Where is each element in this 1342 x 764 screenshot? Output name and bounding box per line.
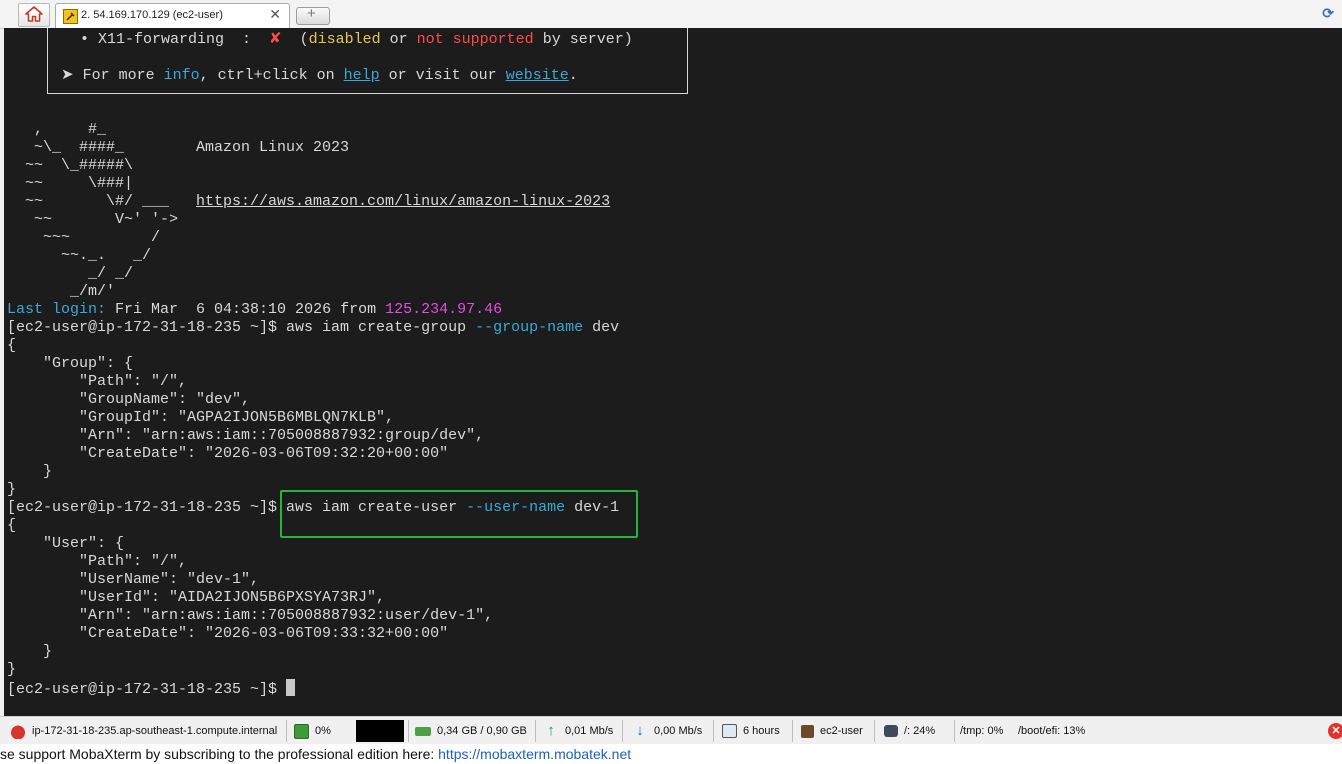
cpu-icon: [294, 723, 309, 739]
output-line: "CreateDate": "2026-03-06T09:33:32+00:00…: [7, 625, 449, 642]
tab-bar: 2. 54.169.170.129 (ec2-user) ✕ + ⟳: [0, 0, 1342, 29]
cross-icon: ✘: [269, 31, 282, 48]
output-line: "Arn": "arn:aws:iam::705008887932:user/d…: [7, 607, 494, 624]
logo-line: ~~ \_#####\: [7, 157, 134, 174]
upload-arrow-icon: ↑: [547, 722, 555, 740]
command-highlight-box: [280, 490, 638, 538]
terminal-cursor: [286, 679, 296, 696]
mobaxterm-link[interactable]: https://mobaxterm.mobatek.net: [438, 746, 631, 762]
output-line: "GroupName": "dev",: [7, 391, 251, 408]
error-close-icon[interactable]: ✕: [1328, 723, 1342, 739]
more-info-line: ➤ For more info, ctrl+click on help or v…: [61, 67, 578, 84]
cpu-graph: [356, 720, 404, 742]
logo-line: _/m/': [7, 283, 116, 300]
x11-forwarding-line: • X11-forwarding : ✘ (disabled or not su…: [80, 31, 633, 48]
current-prompt-line[interactable]: [ec2-user@ip-172-31-18-235 ~]$: [7, 679, 296, 698]
status-disk-tmp[interactable]: /tmp: 0%: [960, 717, 1003, 745]
support-text: se support MobaXterm by subscribing to t…: [0, 746, 439, 762]
ssh-session-icon: [63, 9, 78, 24]
shell-prompt: [ec2-user@ip-172-31-18-235 ~]$: [7, 681, 287, 698]
status-host[interactable]: ip-172-31-18-235.ap-southeast-1.compute.…: [10, 717, 277, 745]
terminal-window[interactable]: • X11-forwarding : ✘ (disabled or not su…: [4, 28, 1342, 716]
clock-monitor-icon: [722, 724, 737, 739]
last-login-line: Last login: Fri Mar 6 04:38:10 2026 from…: [7, 301, 503, 318]
logo-line: ~~ \###|: [7, 175, 134, 192]
output-line: }: [7, 643, 53, 660]
status-disk-root[interactable]: /: 24%: [884, 717, 935, 745]
output-line: }: [7, 463, 53, 480]
memory-icon: [415, 726, 431, 736]
logo-line: , #_: [7, 121, 107, 138]
output-line: "UserName": "dev-1",: [7, 571, 260, 588]
status-cpu[interactable]: 0%: [294, 717, 331, 745]
session-tab-title: 2. 54.169.170.129 (ec2-user): [81, 9, 223, 21]
logo-line: ~\_ ####_ Amazon Linux 2023: [7, 139, 350, 156]
output-line: {: [7, 517, 17, 534]
logo-line: _/ _/: [7, 265, 134, 282]
disk-icon: [884, 725, 898, 738]
status-download[interactable]: ↓ 0,00 Mb/s: [632, 717, 702, 745]
output-line: }: [7, 481, 17, 498]
logo-line: ~~~ /: [7, 229, 161, 246]
logo-line: ~~ \#/ ___ https://aws.amazon.com/linux/…: [7, 193, 611, 210]
download-arrow-icon: ↓: [636, 722, 644, 740]
mobaxterm-logo-icon: ⟳: [1322, 5, 1334, 21]
help-link[interactable]: help: [344, 67, 380, 84]
home-button[interactable]: [18, 3, 50, 27]
status-uptime[interactable]: 6 hours: [722, 717, 780, 745]
shell-prompt: [ec2-user@ip-172-31-18-235 ~]$: [7, 499, 287, 516]
close-tab-icon[interactable]: ✕: [269, 6, 281, 23]
redhat-icon: [10, 723, 26, 740]
output-line: "GroupId": "AGPA2IJON5B6MBLQN7KLB",: [7, 409, 395, 426]
output-line: "Group": {: [7, 355, 134, 372]
plus-icon: +: [307, 5, 316, 22]
amazon-linux-url[interactable]: https://aws.amazon.com/linux/amazon-linu…: [196, 193, 610, 210]
logo-line: ~~ V~' '->: [7, 211, 179, 228]
output-line: "Arn": "arn:aws:iam::705008887932:group/…: [7, 427, 485, 444]
status-bar: ip-172-31-18-235.ap-southeast-1.compute.…: [0, 716, 1342, 745]
session-tab[interactable]: 2. 54.169.170.129 (ec2-user) ✕: [55, 3, 290, 28]
output-line: "UserId": "AIDA2IJON5B6PXSYA73RJ",: [7, 589, 386, 606]
output-line: "Path": "/",: [7, 373, 188, 390]
output-line: {: [7, 337, 17, 354]
output-line: "Path": "/",: [7, 553, 188, 570]
support-banner: se support MobaXterm by subscribing to t…: [0, 744, 1342, 764]
home-icon: [25, 6, 43, 22]
shell-prompt: [ec2-user@ip-172-31-18-235 ~]$: [7, 319, 287, 336]
output-line: "CreateDate": "2026-03-06T09:32:20+00:00…: [7, 445, 449, 462]
status-user[interactable]: ec2-user: [801, 717, 863, 745]
status-memory[interactable]: 0,34 GB / 0,90 GB: [415, 717, 527, 745]
new-tab-button[interactable]: +: [296, 5, 330, 25]
output-line: }: [7, 661, 17, 678]
status-upload[interactable]: ↑ 0,01 Mb/s: [543, 717, 613, 745]
output-line: "User": {: [7, 535, 125, 552]
website-link[interactable]: website: [506, 67, 569, 84]
status-disk-boot[interactable]: /boot/efi: 13%: [1018, 717, 1085, 745]
user-icon: [801, 724, 814, 738]
logo-line: ~~._. _/: [7, 247, 152, 264]
command-line-create-group: [ec2-user@ip-172-31-18-235 ~]$ aws iam c…: [7, 319, 620, 336]
